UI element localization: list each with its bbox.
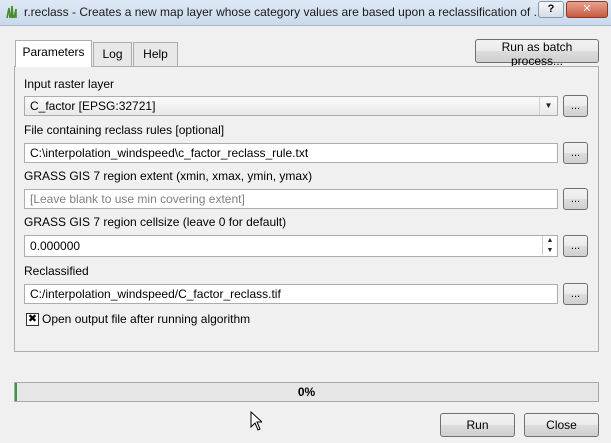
- region-extent-label: GRASS GIS 7 region extent (xmin, xmax, y…: [24, 169, 313, 183]
- progress-text: 0%: [297, 385, 316, 399]
- cellsize-spinbox[interactable]: 0.000000 ▲ ▼: [24, 235, 558, 257]
- tab-help[interactable]: Help: [133, 42, 178, 66]
- spin-up-icon[interactable]: ▲: [542, 236, 557, 245]
- spin-down-icon[interactable]: ▼: [542, 246, 557, 255]
- mouse-cursor-icon: [250, 411, 262, 431]
- input-raster-browse-button[interactable]: ...: [563, 95, 588, 117]
- region-extent-browse-button[interactable]: ...: [563, 188, 588, 210]
- cellsize-label: GRASS GIS 7 region cellsize (leave 0 for…: [24, 215, 287, 229]
- help-icon: ?: [547, 3, 555, 15]
- run-as-batch-button[interactable]: Run as batch process...: [475, 39, 599, 68]
- close-button[interactable]: Close: [524, 413, 599, 437]
- cellsize-value: 0.000000: [30, 239, 81, 253]
- input-raster-label: Input raster layer: [24, 77, 115, 91]
- title-bar: r.reclass - Creates a new map layer whos…: [0, 0, 611, 26]
- grass-icon: [6, 5, 17, 19]
- close-window-button[interactable]: ✕: [566, 1, 608, 18]
- cellsize-browse-button[interactable]: ...: [563, 235, 588, 257]
- input-raster-select[interactable]: C_factor [EPSG:32721] ▼: [24, 96, 558, 116]
- window-title: r.reclass - Creates a new map layer whos…: [24, 5, 544, 19]
- rules-file-label: File containing reclass rules [optional]: [24, 123, 225, 137]
- tab-log[interactable]: Log: [93, 42, 132, 66]
- rules-file-input[interactable]: C:\interpolation_windspeed\c_factor_recl…: [24, 143, 558, 163]
- progress-bar: 0%: [14, 382, 599, 402]
- open-output-checkbox[interactable]: ✖: [26, 313, 39, 326]
- input-raster-value: C_factor [EPSG:32721]: [30, 99, 156, 113]
- chevron-down-icon[interactable]: ▼: [539, 97, 557, 115]
- open-output-label[interactable]: Open output file after running algorithm: [42, 312, 250, 326]
- help-button[interactable]: ?: [538, 1, 564, 18]
- reclassified-browse-button[interactable]: ...: [563, 283, 588, 305]
- run-button[interactable]: Run: [440, 413, 515, 437]
- region-extent-input[interactable]: [Leave blank to use min covering extent]: [24, 189, 558, 209]
- reclassified-label: Reclassified: [24, 264, 89, 278]
- reclassified-output-input[interactable]: C:/interpolation_windspeed/C_factor_recl…: [24, 284, 558, 304]
- close-icon: ✕: [582, 3, 592, 15]
- rules-file-browse-button[interactable]: ...: [563, 142, 588, 164]
- tab-parameters[interactable]: Parameters: [15, 40, 92, 67]
- checkmark-icon: ✖: [27, 313, 38, 325]
